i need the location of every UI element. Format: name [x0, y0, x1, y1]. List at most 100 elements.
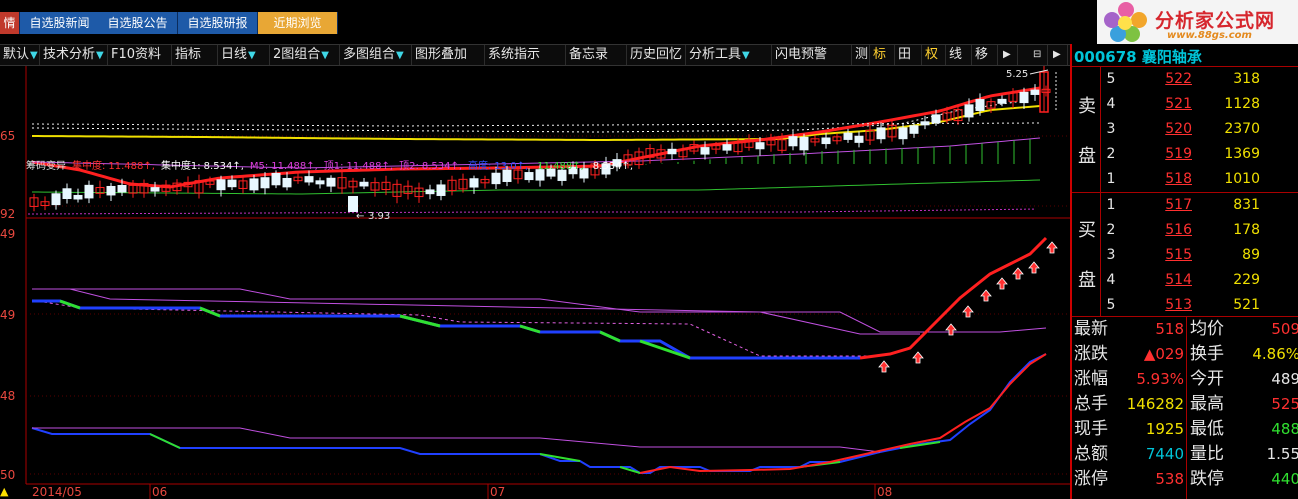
order-book-row[interactable]: 1 517 831: [1102, 193, 1298, 217]
ma-white-line: [31, 99, 1029, 133]
up-arrow-icon: [945, 323, 957, 336]
toolbar-item-label: 移: [975, 47, 989, 62]
height-line-green: [199, 306, 221, 318]
order-book-row[interactable]: 3 520 2370: [1102, 117, 1298, 141]
up-arrow-icon: [1028, 261, 1040, 274]
toolbar-item-7[interactable]: 图形叠加: [412, 45, 485, 65]
toolbar-item-label: 多图组合: [343, 47, 396, 62]
indicator-info-line: 筹码变异 集中度: 11.488↑, 集中度1: 8.534↑, M5: 11.488↑, 顶…: [26, 157, 639, 172]
stat-row: 涨停 538 跌停 440: [1072, 467, 1298, 491]
bottom-green-seg: [149, 433, 181, 449]
candle-body: [469, 178, 479, 188]
tab-2[interactable]: 自选股公告: [98, 12, 178, 34]
toolbar-item-5[interactable]: 2图组合▼: [270, 45, 340, 65]
stat-value: 489: [1271, 370, 1298, 388]
toolbar-item-1[interactable]: 技术分析▼: [40, 45, 108, 65]
toolbar-item-9[interactable]: 备忘录: [566, 45, 627, 65]
indicator-item: 顶1: 11.488↑,: [324, 161, 393, 172]
stat-label: 量比: [1190, 444, 1224, 464]
stock-chart[interactable]: 5.25 3.93 ←: [0, 66, 1070, 499]
level: 2: [1106, 146, 1116, 162]
candle-body: [821, 137, 831, 145]
chevron-down-icon: ▼: [96, 50, 104, 61]
price-low-label: 3.93: [368, 211, 390, 222]
quote-panel: 000678 襄阳轴承 卖盘 5 522 318 4 521 1128 3 520 2370 2 51…: [1070, 44, 1298, 499]
tab-3[interactable]: 自选股研报: [178, 12, 258, 34]
volume: 831: [1233, 197, 1260, 213]
candle-body: [799, 136, 809, 151]
indicator-item-value: 8.534: [203, 161, 233, 172]
price: 521: [1165, 96, 1192, 112]
stat-label: 涨跌: [1074, 344, 1108, 364]
candle-body: [931, 114, 941, 124]
site-logo: 分析家公式网 www.88gs.com: [1097, 0, 1298, 44]
order-book-row[interactable]: 2 516 178: [1102, 218, 1298, 242]
toolbar-item-11[interactable]: 分析工具▼: [686, 45, 772, 65]
order-book-row[interactable]: 3 515 89: [1102, 243, 1298, 267]
order-book-row[interactable]: 5 513 521: [1102, 293, 1298, 317]
volume: 318: [1233, 71, 1260, 87]
order-book-row[interactable]: 4 521 1128: [1102, 92, 1298, 116]
toolbar-item-0[interactable]: 默认▼: [0, 45, 40, 65]
tab-4[interactable]: 近期浏览: [258, 12, 338, 34]
toolbar-item-6[interactable]: 多图组合▼: [340, 45, 412, 65]
order-book-row[interactable]: 5 522 318: [1102, 67, 1298, 91]
toolbar-item-16[interactable]: 权: [922, 45, 946, 65]
volume: 229: [1233, 272, 1260, 288]
height-line-green: [599, 330, 621, 343]
toolbar-item-10[interactable]: 历史回忆: [627, 45, 686, 65]
level: 3: [1106, 121, 1116, 137]
stat-label: 最低: [1190, 419, 1224, 439]
candle-body: [227, 179, 237, 188]
candle-body: [282, 177, 292, 188]
candle-body: [843, 132, 853, 140]
toolbar-item-2[interactable]: F10资料: [108, 45, 172, 65]
toolbar-nav-icon[interactable]: ▶: [1000, 45, 1018, 65]
candle-body: [150, 187, 160, 192]
order-book-row[interactable]: 4 514 229: [1102, 268, 1298, 292]
toolbar-item-13[interactable]: 测: [852, 45, 870, 65]
toolbar-item-15[interactable]: 田: [895, 45, 922, 65]
date-label-jun: 06: [152, 485, 168, 499]
order-book-row[interactable]: 1 518 1010: [1102, 167, 1298, 191]
toolbar-item-12[interactable]: 闪电预警: [772, 45, 852, 65]
height-line-green: [519, 324, 541, 334]
candle-body: [326, 177, 336, 187]
toolbar-item-18[interactable]: 移: [972, 45, 998, 65]
toolbar-item-4[interactable]: 日线▼: [218, 45, 270, 65]
stat-label: 换手: [1190, 344, 1224, 364]
candle-body: [249, 178, 259, 191]
indicator-item-value: 11.488: [346, 161, 382, 172]
level: 3: [1106, 247, 1116, 263]
candle-body: [216, 179, 226, 191]
ma-purple-line: [27, 208, 1037, 215]
level: 4: [1106, 96, 1116, 112]
scroll-marker-icon[interactable]: ▲: [0, 485, 8, 498]
volume: 1010: [1224, 171, 1260, 187]
order-book-row[interactable]: 2 519 1369: [1102, 142, 1298, 166]
level: 4: [1106, 272, 1116, 288]
up-arrow-icon: [996, 277, 1008, 290]
toolbar-item-14[interactable]: 标: [870, 45, 895, 65]
volume: 1369: [1224, 146, 1260, 162]
candle-body: [1019, 91, 1029, 104]
candle-body: [84, 184, 94, 199]
toolbar-nav-icon[interactable]: ⊟: [1030, 45, 1048, 65]
tab-1[interactable]: 自选股新闻: [20, 12, 100, 34]
tab-0[interactable]: 情: [0, 12, 20, 34]
stat-label: 总手: [1074, 394, 1108, 414]
volume: 1128: [1224, 96, 1260, 112]
bottom-height-line: [31, 353, 1047, 474]
indicator-name: 筹码变异: [26, 161, 66, 172]
price: 517: [1165, 197, 1192, 213]
toolbar-item-3[interactable]: 指标: [172, 45, 218, 65]
y-label-lower-3: 48: [0, 389, 16, 403]
up-arrow-icon: ↑,: [232, 161, 244, 172]
toolbar-nav-icon[interactable]: ▶: [1050, 45, 1068, 65]
toolbar-item-8[interactable]: 系统指示: [485, 45, 566, 65]
candle-body: [491, 172, 501, 185]
indicator-item-label: 集中度:: [72, 161, 106, 172]
stat-value: 488: [1271, 420, 1298, 438]
up-arrow-icon: [878, 360, 890, 373]
toolbar-item-17[interactable]: 线: [946, 45, 972, 65]
